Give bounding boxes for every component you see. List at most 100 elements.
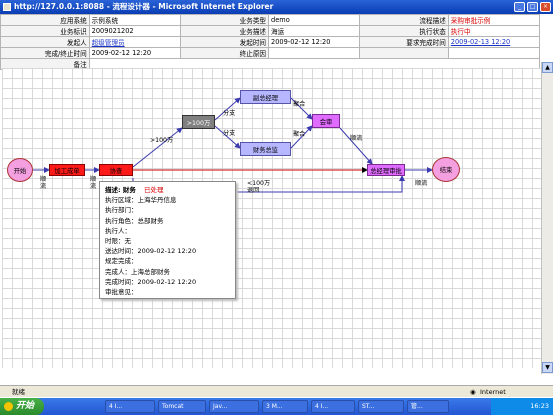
clock: 16:23 bbox=[530, 402, 549, 410]
taskbar-item[interactable]: ST... bbox=[358, 400, 404, 413]
node-start[interactable]: 开始 bbox=[7, 158, 33, 182]
edge-label-merge1: 聚合 bbox=[293, 101, 306, 108]
process-info-table: 应用系统 示例系统 业务类型 demo 流程描述 采购审批示例 业务标识 200… bbox=[0, 14, 541, 70]
popup-line: 规定完成： bbox=[105, 257, 138, 266]
edge-label-seq4: 顺流 bbox=[415, 180, 428, 187]
node-end-label: 结束 bbox=[439, 167, 453, 174]
flow-canvas[interactable]: 开始 加工成单 协查 >100万 副总经理 财务总监 会审 总经理审批 结束 顺… bbox=[2, 68, 541, 368]
popup-line: 审批意见： bbox=[105, 288, 138, 297]
taskbar-item[interactable]: 3 M... bbox=[262, 400, 308, 413]
edge-label-merge2: 聚合 bbox=[293, 131, 306, 138]
maximize-button[interactable]: □ bbox=[527, 2, 538, 12]
status-text: 就绪 bbox=[12, 388, 25, 396]
label-required-time: 要求完成时间 bbox=[359, 36, 449, 48]
taskbar-item[interactable]: Tomcat bbox=[158, 400, 206, 413]
edge-label-branch2: 分支 bbox=[223, 130, 236, 137]
node-process-order-label: 加工成单 bbox=[54, 167, 80, 175]
close-button[interactable]: × bbox=[540, 2, 551, 12]
popup-line: 执行部门： bbox=[105, 206, 138, 215]
taskbar-item[interactable]: 4 I... bbox=[105, 400, 155, 413]
popup-title: 描述: 财务 bbox=[105, 186, 136, 194]
value-finish-time: 2009-02-12 12:20 bbox=[88, 47, 181, 59]
value-exec-status: 执行中 bbox=[447, 25, 541, 37]
scroll-down-icon[interactable]: ▼ bbox=[542, 362, 553, 373]
flow-connectors bbox=[31, 97, 433, 193]
edge-label-gt100: >100万 bbox=[150, 137, 174, 144]
popup-line: 执行区域：上海华丹信息 bbox=[105, 196, 177, 205]
label-business-type: 业务类型 bbox=[179, 14, 270, 26]
window-title: http://127.0.0.1:8088 - 流程设计器 - Microsof… bbox=[14, 2, 274, 11]
node-deputy-label: 副总经理 bbox=[252, 94, 279, 102]
vertical-scrollbar[interactable]: ▲ ▼ bbox=[541, 62, 553, 374]
minimize-button[interactable]: _ bbox=[514, 2, 525, 12]
value-business-desc: 海运 bbox=[268, 25, 361, 37]
popup-line: 时限：无 bbox=[105, 237, 131, 246]
value-flow-desc: 采购审批示例 bbox=[447, 14, 541, 26]
edge-label-seq2: 顺流 bbox=[90, 176, 97, 190]
edge-label-back: 退回 bbox=[247, 187, 260, 194]
node-finance-label: 协查 bbox=[109, 167, 123, 175]
popup-line: 执行人： bbox=[105, 226, 131, 235]
value-initiator[interactable]: 超级管理员 bbox=[88, 36, 181, 48]
taskbar-item[interactable]: 4 I... bbox=[311, 400, 355, 413]
windows-logo-icon bbox=[4, 402, 13, 411]
zone-text: Internet bbox=[480, 388, 506, 396]
value-business-id: 2009021202 bbox=[88, 25, 181, 37]
node-cfo-label: 财务总监 bbox=[252, 146, 279, 154]
edge-n2-to-gate bbox=[132, 127, 183, 168]
node-audit-label: 会审 bbox=[319, 118, 333, 126]
node-detail-popup: 描述: 财务 已处理 执行区域：上海华丹信息 执行部门： 执行角色：总部财务 执… bbox=[99, 181, 236, 299]
edge-label-seq1: 顺流 bbox=[40, 176, 47, 190]
node-deputy-manager[interactable]: 副总经理 bbox=[240, 90, 291, 104]
node-process-order[interactable]: 加工成单 bbox=[49, 164, 85, 176]
label-start-time: 发起时间 bbox=[179, 36, 270, 48]
node-gateway[interactable]: >100万 bbox=[182, 115, 215, 129]
node-end[interactable]: 结束 bbox=[432, 157, 460, 182]
value-terminate-reason bbox=[268, 47, 361, 59]
status-bar: 就绪 ◉ Internet bbox=[0, 385, 553, 397]
value-business-type: demo bbox=[268, 14, 361, 26]
ie-icon bbox=[3, 3, 11, 11]
label-empty bbox=[359, 47, 449, 59]
popup-header: 描述: 财务 已处理 bbox=[105, 185, 230, 195]
edge-label-seq3: 顺流 bbox=[350, 135, 363, 142]
label-business-desc: 业务描述 bbox=[179, 25, 270, 37]
table-row: 业务标识 2009021202 业务描述 海运 执行状态 执行中 bbox=[0, 25, 541, 37]
start-button[interactable]: 开始 bbox=[0, 398, 44, 415]
node-finance[interactable]: 协查 bbox=[99, 164, 133, 176]
taskbar: 开始 4 I... Tomcat Jav... 3 M... 4 I... ST… bbox=[0, 398, 553, 415]
node-gm-label: 总经理审批 bbox=[370, 167, 402, 175]
label-terminate-reason: 终止原因 bbox=[179, 47, 270, 59]
table-row: 发起人 超级管理员 发起时间 2009-02-12 12:20 要求完成时间 2… bbox=[0, 36, 541, 48]
node-joint-review[interactable]: 会审 bbox=[312, 114, 340, 128]
node-gateway-label: >100万 bbox=[186, 119, 211, 127]
label-initiator: 发起人 bbox=[0, 36, 90, 48]
popup-status: 已处理 bbox=[143, 186, 164, 194]
popup-line: 完成时间：2009-02-12 12:20 bbox=[105, 277, 197, 286]
node-start-label: 开始 bbox=[13, 167, 27, 175]
start-label: 开始 bbox=[16, 401, 35, 411]
edge-label-branch1: 分支 bbox=[223, 110, 236, 117]
value-app-system: 示例系统 bbox=[88, 14, 181, 26]
label-flow-desc: 流程描述 bbox=[359, 14, 449, 26]
node-gm-approval[interactable]: 总经理审批 bbox=[367, 164, 405, 176]
table-row: 应用系统 示例系统 业务类型 demo 流程描述 采购审批示例 bbox=[0, 14, 541, 26]
scroll-up-icon[interactable]: ▲ bbox=[542, 62, 553, 73]
label-app-system: 应用系统 bbox=[0, 14, 90, 26]
label-exec-status: 执行状态 bbox=[359, 25, 449, 37]
popup-line: 执行角色：总部财务 bbox=[105, 216, 164, 225]
value-empty bbox=[447, 47, 541, 59]
globe-icon: ◉ bbox=[470, 388, 476, 396]
taskbar-item[interactable]: Jav... bbox=[209, 400, 259, 413]
value-start-time: 2009-02-12 12:20 bbox=[268, 36, 361, 48]
popup-line: 送达时间：2009-02-12 12:20 bbox=[105, 247, 197, 256]
window-title-bar: http://127.0.0.1:8088 - 流程设计器 - Microsof… bbox=[0, 0, 553, 14]
value-required-time[interactable]: 2009-02-13 12:20 bbox=[447, 36, 541, 48]
system-tray: 16:23 bbox=[491, 398, 553, 415]
popup-line: 完成人：上海总部财务 bbox=[105, 267, 170, 276]
label-business-id: 业务标识 bbox=[0, 25, 90, 37]
label-finish-time: 完成/终止时间 bbox=[0, 47, 90, 59]
taskbar-item[interactable]: 管... bbox=[407, 400, 449, 413]
table-row: 完成/终止时间 2009-02-12 12:20 终止原因 bbox=[0, 47, 541, 59]
node-finance-director[interactable]: 财务总监 bbox=[240, 142, 291, 156]
